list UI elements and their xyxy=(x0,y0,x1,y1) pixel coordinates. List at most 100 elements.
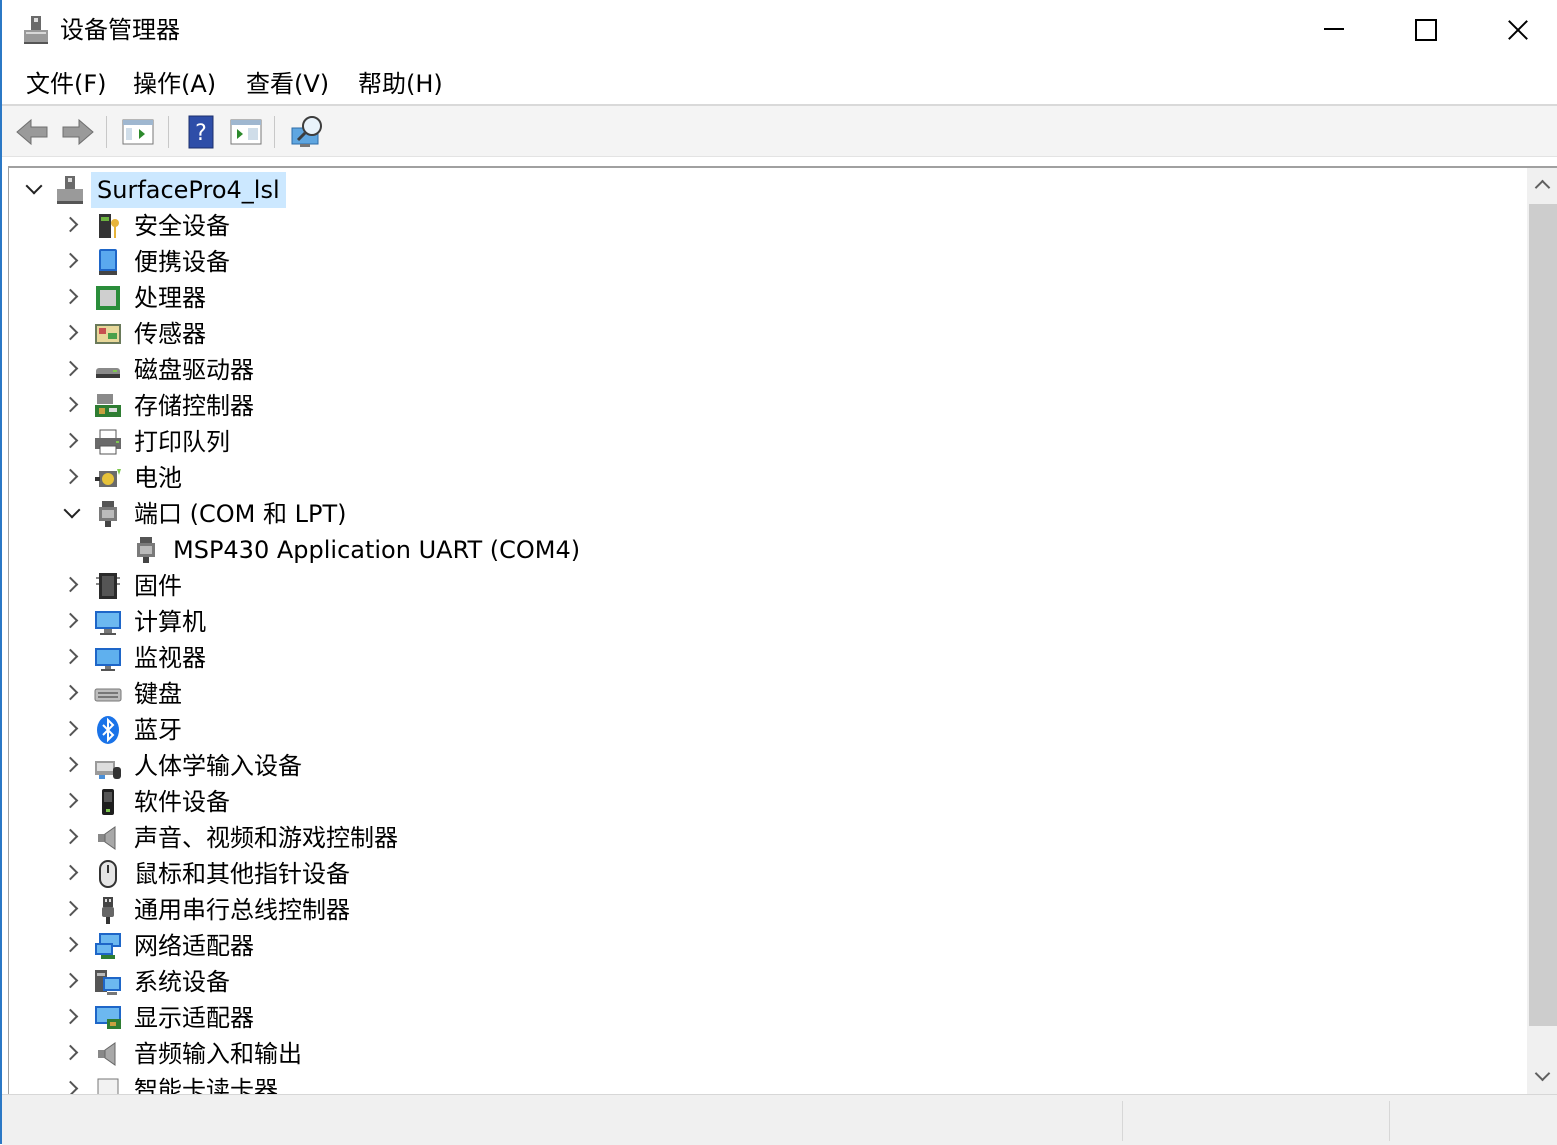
tree-category[interactable]: 软件设备 xyxy=(9,784,709,820)
tree-category-label[interactable]: 安全设备 xyxy=(134,208,230,244)
tree-category[interactable]: 便携设备 xyxy=(9,244,709,280)
menu-file[interactable]: 文件(F) xyxy=(20,66,113,102)
scroll-up-icon[interactable] xyxy=(1527,168,1557,202)
menu-view[interactable]: 查看(V) xyxy=(240,66,335,102)
expand-chevron-icon[interactable] xyxy=(65,1010,79,1024)
tree-device-label[interactable]: MSP430 Application UART (COM4) xyxy=(173,532,580,568)
tree-category-label[interactable]: 智能卡读卡器 xyxy=(134,1072,278,1096)
expand-chevron-icon[interactable] xyxy=(65,326,79,340)
tree-category-label[interactable]: 计算机 xyxy=(134,604,206,640)
tree-category-label[interactable]: 声音、视频和游戏控制器 xyxy=(134,820,398,856)
expand-chevron-icon[interactable] xyxy=(65,614,79,628)
tree-category-label[interactable]: 通用串行总线控制器 xyxy=(134,892,350,928)
expand-chevron-icon[interactable] xyxy=(65,938,79,952)
expand-chevron-icon[interactable] xyxy=(65,758,79,772)
expand-chevron-icon[interactable] xyxy=(65,470,79,484)
tree-category[interactable]: 存储控制器 xyxy=(9,388,709,424)
menu-action[interactable]: 操作(A) xyxy=(127,66,222,102)
menu-help[interactable]: 帮助(H) xyxy=(352,66,449,102)
tree-category[interactable]: 键盘 xyxy=(9,676,709,712)
tree-category-label[interactable]: 音频输入和输出 xyxy=(134,1036,302,1072)
tree-category-label[interactable]: 显示适配器 xyxy=(134,1000,254,1036)
monitor-icon xyxy=(93,643,123,673)
tree-category[interactable]: 人体学输入设备 xyxy=(9,748,709,784)
expand-chevron-icon[interactable] xyxy=(65,362,79,376)
tree-category-label[interactable]: 蓝牙 xyxy=(134,712,182,748)
tree-category-label[interactable]: 存储控制器 xyxy=(134,388,254,424)
maximize-button[interactable] xyxy=(1379,0,1471,60)
tree-category-label[interactable]: 固件 xyxy=(134,568,182,604)
tree-category[interactable]: 通用串行总线控制器 xyxy=(9,892,709,928)
expand-chevron-icon[interactable] xyxy=(65,722,79,736)
expand-chevron-icon[interactable] xyxy=(65,650,79,664)
tree-category-label[interactable]: 传感器 xyxy=(134,316,206,352)
tree-category[interactable]: 固件 xyxy=(9,568,709,604)
tree-category[interactable]: 系统设备 xyxy=(9,964,709,1000)
expand-chevron-icon[interactable] xyxy=(65,578,79,592)
minimize-button[interactable] xyxy=(1287,0,1379,60)
tree-category[interactable]: 网络适配器 xyxy=(9,928,709,964)
tree-category-label[interactable]: 处理器 xyxy=(134,280,206,316)
scroll-down-icon[interactable] xyxy=(1527,1062,1557,1096)
disk-drive-icon xyxy=(93,355,123,385)
forward-icon[interactable] xyxy=(60,114,96,150)
software-device-icon xyxy=(93,787,123,817)
tree-category-label[interactable]: 端口 (COM 和 LPT) xyxy=(134,496,346,532)
status-separator xyxy=(1122,1101,1123,1141)
tree-category-label[interactable]: 网络适配器 xyxy=(134,928,254,964)
collapse-chevron-icon[interactable] xyxy=(26,182,40,196)
tree-category[interactable]: 鼠标和其他指针设备 xyxy=(9,856,709,892)
tree-category-label[interactable]: 键盘 xyxy=(134,676,182,712)
help-icon[interactable]: ? xyxy=(182,114,218,150)
tree-category-label[interactable]: 便携设备 xyxy=(134,244,230,280)
tree-category-label[interactable]: 鼠标和其他指针设备 xyxy=(134,856,350,892)
tree-category[interactable]: 音频输入和输出 xyxy=(9,1036,709,1072)
properties-icon[interactable] xyxy=(120,114,156,150)
expand-chevron-icon[interactable] xyxy=(65,290,79,304)
tree-category[interactable]: 监视器 xyxy=(9,640,709,676)
expand-chevron-icon[interactable] xyxy=(65,866,79,880)
scrollbar-thumb[interactable] xyxy=(1529,204,1557,1026)
tree-device[interactable]: MSP430 Application UART (COM4) xyxy=(9,532,709,568)
tree-root-label[interactable]: SurfacePro4_lsl xyxy=(91,172,286,208)
scan-hardware-icon[interactable] xyxy=(290,114,326,150)
expand-chevron-icon[interactable] xyxy=(65,1046,79,1060)
tree-category[interactable]: 电池 xyxy=(9,460,709,496)
collapse-chevron-icon[interactable] xyxy=(64,506,78,520)
tree-category[interactable]: 端口 (COM 和 LPT) xyxy=(9,496,709,532)
expand-chevron-icon[interactable] xyxy=(65,830,79,844)
expand-chevron-icon[interactable] xyxy=(65,686,79,700)
printer-icon xyxy=(93,427,123,457)
tree-category-label[interactable]: 打印队列 xyxy=(134,424,230,460)
tree-category[interactable]: 传感器 xyxy=(9,316,709,352)
tree-category-label[interactable]: 磁盘驱动器 xyxy=(134,352,254,388)
tree-category-label[interactable]: 软件设备 xyxy=(134,784,230,820)
tree-category-label[interactable]: 监视器 xyxy=(134,640,206,676)
vertical-scrollbar[interactable] xyxy=(1527,168,1557,1096)
back-icon[interactable] xyxy=(14,114,50,150)
tree-category[interactable]: 声音、视频和游戏控制器 xyxy=(9,820,709,856)
tree-category[interactable]: 安全设备 xyxy=(9,208,709,244)
expand-chevron-icon[interactable] xyxy=(65,902,79,916)
device-manager-window: 设备管理器 文件(F) 操作(A) 查看(V) 帮助(H) ? SurfaceP… xyxy=(0,0,1557,1145)
expand-chevron-icon[interactable] xyxy=(65,254,79,268)
expand-chevron-icon[interactable] xyxy=(65,398,79,412)
expand-chevron-icon[interactable] xyxy=(65,218,79,232)
update-driver-icon[interactable] xyxy=(228,114,264,150)
tree-category[interactable]: 显示适配器 xyxy=(9,1000,709,1036)
tree-category-label[interactable]: 系统设备 xyxy=(134,964,230,1000)
tree-root[interactable]: SurfacePro4_lsl xyxy=(9,172,609,208)
tree-category[interactable]: 磁盘驱动器 xyxy=(9,352,709,388)
tree-category[interactable]: 计算机 xyxy=(9,604,709,640)
tree-category-label[interactable]: 人体学输入设备 xyxy=(134,748,302,784)
tree-category[interactable]: 打印队列 xyxy=(9,424,709,460)
expand-chevron-icon[interactable] xyxy=(65,434,79,448)
tree-category[interactable]: 智能卡读卡器 xyxy=(9,1072,709,1096)
tree-category[interactable]: 处理器 xyxy=(9,280,709,316)
tree-category[interactable]: 蓝牙 xyxy=(9,712,709,748)
expand-chevron-icon[interactable] xyxy=(65,974,79,988)
expand-chevron-icon[interactable] xyxy=(65,794,79,808)
tree-category-label[interactable]: 电池 xyxy=(134,460,182,496)
usb-icon xyxy=(93,895,123,925)
close-button[interactable] xyxy=(1471,0,1557,60)
